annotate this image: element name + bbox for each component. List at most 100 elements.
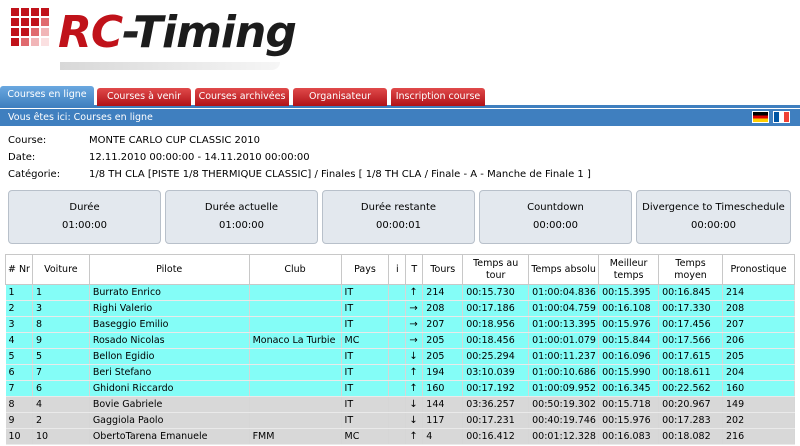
cell-average-time: 00:20.967 [658,396,724,413]
cell-prognosis: 149 [722,396,795,413]
timer-value: 00:00:00 [691,220,736,231]
date-label: Date: [8,152,36,163]
cell-average-time: 00:17.566 [658,332,724,349]
col-header-club[interactable]: Club [248,254,342,285]
trend-arrow-icon: ↑ [405,364,424,381]
cell-pilot: Ghidoni Riccardo [89,380,250,397]
cell-average-time: 00:22.562 [658,380,724,397]
timer-duree-restante: Durée restante 00:00:01 [322,190,475,244]
cell-average-time: 00:18.611 [658,364,724,381]
cell-info [388,364,407,381]
trend-arrow-icon: → [405,300,424,317]
cell-average-time: 00:17.615 [658,348,724,365]
table-row[interactable]: 5 5 Bellon Egidio IT ↓ 205 00:25.294 01:00:11.2… [5,348,795,365]
table-row[interactable]: 7 6 Ghidoni Riccardo IT ↑ 160 00:17.192 01:00:0… [5,380,795,397]
table-row[interactable]: 1 1 Burrato Enrico IT ↑ 214 00:15.730 01:00:04.… [5,284,795,301]
cell-club [249,316,342,333]
cell-car-number: 6 [32,380,90,397]
cell-position: 5 [5,348,33,365]
cell-prognosis: 160 [722,380,795,397]
col-header-nr[interactable]: # Nr [5,254,33,285]
cell-country: IT [341,284,390,301]
cell-best-time: 00:15.718 [598,396,660,413]
cell-car-number: 3 [32,300,90,317]
cell-laps: 194 [422,364,464,381]
col-header-info[interactable]: i [388,254,407,285]
cell-position: 3 [5,316,33,333]
cell-position: 1 [5,284,33,301]
cell-prognosis: 216 [722,428,795,445]
table-row[interactable]: 3 8 Baseggio Emilio IT → 207 00:18.956 01:00:13… [5,316,795,333]
timer-duree: Durée 01:00:00 [8,190,161,244]
cell-laps: 205 [422,332,464,349]
cell-best-time: 00:15.395 [598,284,660,301]
col-header-temps-au-tour[interactable]: Temps au tour [462,254,530,285]
cell-club [249,348,342,365]
table-row[interactable]: 8 4 Bovie Gabriele IT ↓ 144 03:36.257 00:50:19.… [5,396,795,413]
german-flag-icon[interactable] [752,111,769,123]
cell-info [388,348,407,365]
timer-countdown: Countdown 00:00:00 [479,190,632,244]
tab-courses-archivees[interactable]: Courses archivées [195,88,289,106]
timer-label: Durée restante [360,202,437,213]
cell-prognosis: 206 [722,332,795,349]
cell-club: FMM [249,428,342,445]
cell-country: IT [341,396,390,413]
col-header-voiture[interactable]: Voiture [31,254,90,285]
col-header-temps-moyen[interactable]: Temps moyen [658,254,724,285]
cell-club [249,380,342,397]
table-row[interactable]: 4 9 Rosado Nicolas Monaco La Turbie MC → 205 00… [5,332,795,349]
categorie-label: Catégorie: [8,169,61,180]
table-row[interactable]: 2 3 Righi Valerio IT → 208 00:17.186 01:00:04.7… [5,300,795,317]
col-header-trend[interactable]: T [405,254,424,285]
cell-lap-time: 00:16.412 [462,428,530,445]
french-flag-icon[interactable] [773,111,790,123]
timer-value: 01:00:00 [62,220,107,231]
col-header-pays[interactable]: Pays [340,254,390,285]
cell-lap-time: 00:18.456 [462,332,530,349]
tab-courses-en-ligne[interactable]: Courses en ligne [0,86,94,107]
cell-laps: 4 [422,428,464,445]
col-header-pilote[interactable]: Pilote [88,254,250,285]
cell-country: IT [341,380,390,397]
col-header-pronostique[interactable]: Pronostique [722,254,795,285]
cell-info [388,284,407,301]
cell-club [249,284,342,301]
cell-average-time: 00:18.082 [658,428,724,445]
cell-car-number: 2 [32,412,90,429]
tab-inscription-course[interactable]: Inscription course [391,88,485,106]
cell-position: 9 [5,412,33,429]
cell-country: MC [341,332,390,349]
course-label: Course: [8,135,47,146]
table-row[interactable]: 9 2 Gaggiola Paolo IT ↓ 117 00:17.231 00:40:19.… [5,412,795,429]
table-row[interactable]: 10 10 ObertoTarena Emanuele FMM MC ↑ 4 00:16.41… [5,428,795,445]
cell-club [249,396,342,413]
cell-country: IT [341,300,390,317]
cell-prognosis: 214 [722,284,795,301]
cell-lap-time: 00:15.730 [462,284,530,301]
cell-pilot: Bellon Egidio [89,348,250,365]
cell-prognosis: 205 [722,348,795,365]
cell-average-time: 00:17.330 [658,300,724,317]
categorie-value: 1/8 TH CLA [PISTE 1/8 THERMIQUE CLASSIC]… [89,169,591,180]
col-header-meilleur-temps[interactable]: Meilleur temps [598,254,660,285]
col-header-temps-absolu[interactable]: Temps absolu [528,254,600,285]
cell-car-number: 10 [32,428,90,445]
cell-info [388,412,407,429]
cell-laps: 214 [422,284,464,301]
tab-courses-a-venir[interactable]: Courses à venir [97,88,191,106]
table-row[interactable]: 6 7 Beri Stefano IT ↑ 194 03:10.039 01:00:10.68… [5,364,795,381]
cell-car-number: 7 [32,364,90,381]
cell-absolute-time: 01:00:09.952 [528,380,600,397]
table-header-row: # Nr Voiture Pilote Club Pays i T Tours … [5,254,795,285]
brand-logo[interactable]: RC-Timing [58,6,297,60]
cell-car-number: 5 [32,348,90,365]
tab-organisateur[interactable]: Organisateur [293,88,387,106]
cell-prognosis: 202 [722,412,795,429]
cell-absolute-time: 01:00:11.237 [528,348,600,365]
cell-best-time: 00:15.976 [598,316,660,333]
cell-info [388,300,407,317]
cell-position: 2 [5,300,33,317]
col-header-tours[interactable]: Tours [422,254,464,285]
cell-absolute-time: 00:01:12.328 [528,428,600,445]
